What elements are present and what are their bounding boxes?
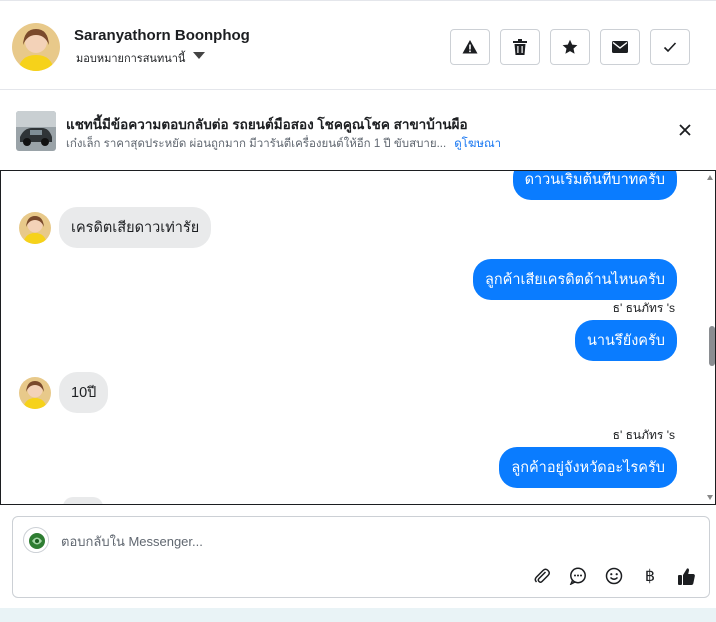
scrollbar-thumb[interactable] — [709, 326, 715, 366]
reply-input[interactable] — [61, 530, 621, 552]
warning-icon — [462, 40, 478, 54]
message-bubble-incoming: 10ปี — [59, 372, 109, 413]
ad-subtitle-row: เก๋งเล็ก ราคาสุดประหยัด ผ่อนถูกมาก มีวาร… — [66, 135, 501, 153]
envelope-icon — [612, 41, 628, 53]
view-ad-link[interactable]: ดูโฆษณา — [454, 135, 501, 153]
delete-button[interactable] — [500, 29, 540, 65]
message-thread[interactable]: ดาวนเริ่มต้นที่บาทครับ เครดิตเสียดาวเท่า… — [0, 170, 716, 505]
reply-composer: ฿ — [12, 516, 710, 598]
mark-unread-button[interactable] — [600, 29, 640, 65]
message-bubble-incoming: เครดิตเสียดาวเท่ารัย — [59, 207, 212, 248]
message-bubble-outgoing: ลูกค้าอยู่จังหวัดอะไรครับ — [499, 447, 677, 488]
emoji-button[interactable] — [603, 565, 625, 587]
message-bubble-outgoing: นานรึยังครับ — [574, 320, 677, 361]
assign-conversation-dropdown[interactable]: มอบหมายการสนทนานี้ — [76, 49, 206, 67]
contact-avatar[interactable] — [12, 23, 60, 71]
scroll-down-arrow-icon[interactable] — [707, 495, 713, 500]
message-bubble-outgoing: ลูกค้าเสียเครดิตด้านไหนครับ — [472, 259, 677, 300]
conversation-actions — [450, 29, 690, 65]
page-avatar — [23, 527, 49, 553]
payment-button[interactable]: ฿ — [639, 565, 661, 587]
like-button[interactable] — [675, 565, 697, 587]
attach-button[interactable] — [531, 565, 553, 587]
chevron-down-icon — [193, 51, 206, 59]
saved-replies-button[interactable] — [567, 565, 589, 587]
contact-avatar-small — [19, 212, 51, 244]
check-icon — [663, 42, 677, 53]
ad-context-banner: แชทนี้มีข้อความตอบกลับต่อ รถยนต์มือสอง โ… — [0, 91, 716, 169]
message-bubble-incoming-partial — [63, 497, 103, 504]
report-spam-button[interactable] — [450, 29, 490, 65]
baht-icon: ฿ — [644, 568, 656, 585]
attachment-icon — [534, 568, 550, 583]
ad-thumbnail — [16, 111, 56, 151]
close-icon — [679, 124, 691, 136]
thumbs-up-icon — [677, 567, 695, 585]
sender-label: ธ' ธนภัทร 's — [612, 301, 675, 315]
close-banner-button[interactable] — [676, 121, 694, 139]
assign-label: มอบหมายการสนทนานี้ — [76, 53, 186, 65]
message-bubble-outgoing: ดาวนเริ่มต้นที่บาทครับ — [512, 171, 677, 200]
scroll-up-arrow-icon[interactable] — [707, 175, 713, 180]
contact-avatar-small — [19, 377, 51, 409]
page-footer-strip — [0, 608, 716, 622]
sender-label: ธ' ธนภัทร 's — [612, 428, 675, 442]
conversation-header: Saranyathorn Boonphog มอบหมายการสนทนานี้ — [0, 0, 716, 90]
composer-toolbar: ฿ — [531, 565, 697, 587]
trash-icon — [513, 39, 527, 55]
star-button[interactable] — [550, 29, 590, 65]
emoji-icon — [605, 567, 623, 585]
ad-subtitle: เก๋งเล็ก ราคาสุดประหยัด ผ่อนถูกมาก มีวาร… — [66, 138, 447, 150]
chat-bubble-icon — [569, 567, 586, 585]
mark-done-button[interactable] — [650, 29, 690, 65]
contact-name[interactable]: Saranyathorn Boonphog — [74, 27, 250, 44]
inbox-conversation-panel: Saranyathorn Boonphog มอบหมายการสนทนานี้ — [0, 0, 716, 622]
ad-title: แชทนี้มีข้อความตอบกลับต่อ รถยนต์มือสอง โ… — [66, 117, 468, 132]
star-icon — [562, 39, 578, 54]
